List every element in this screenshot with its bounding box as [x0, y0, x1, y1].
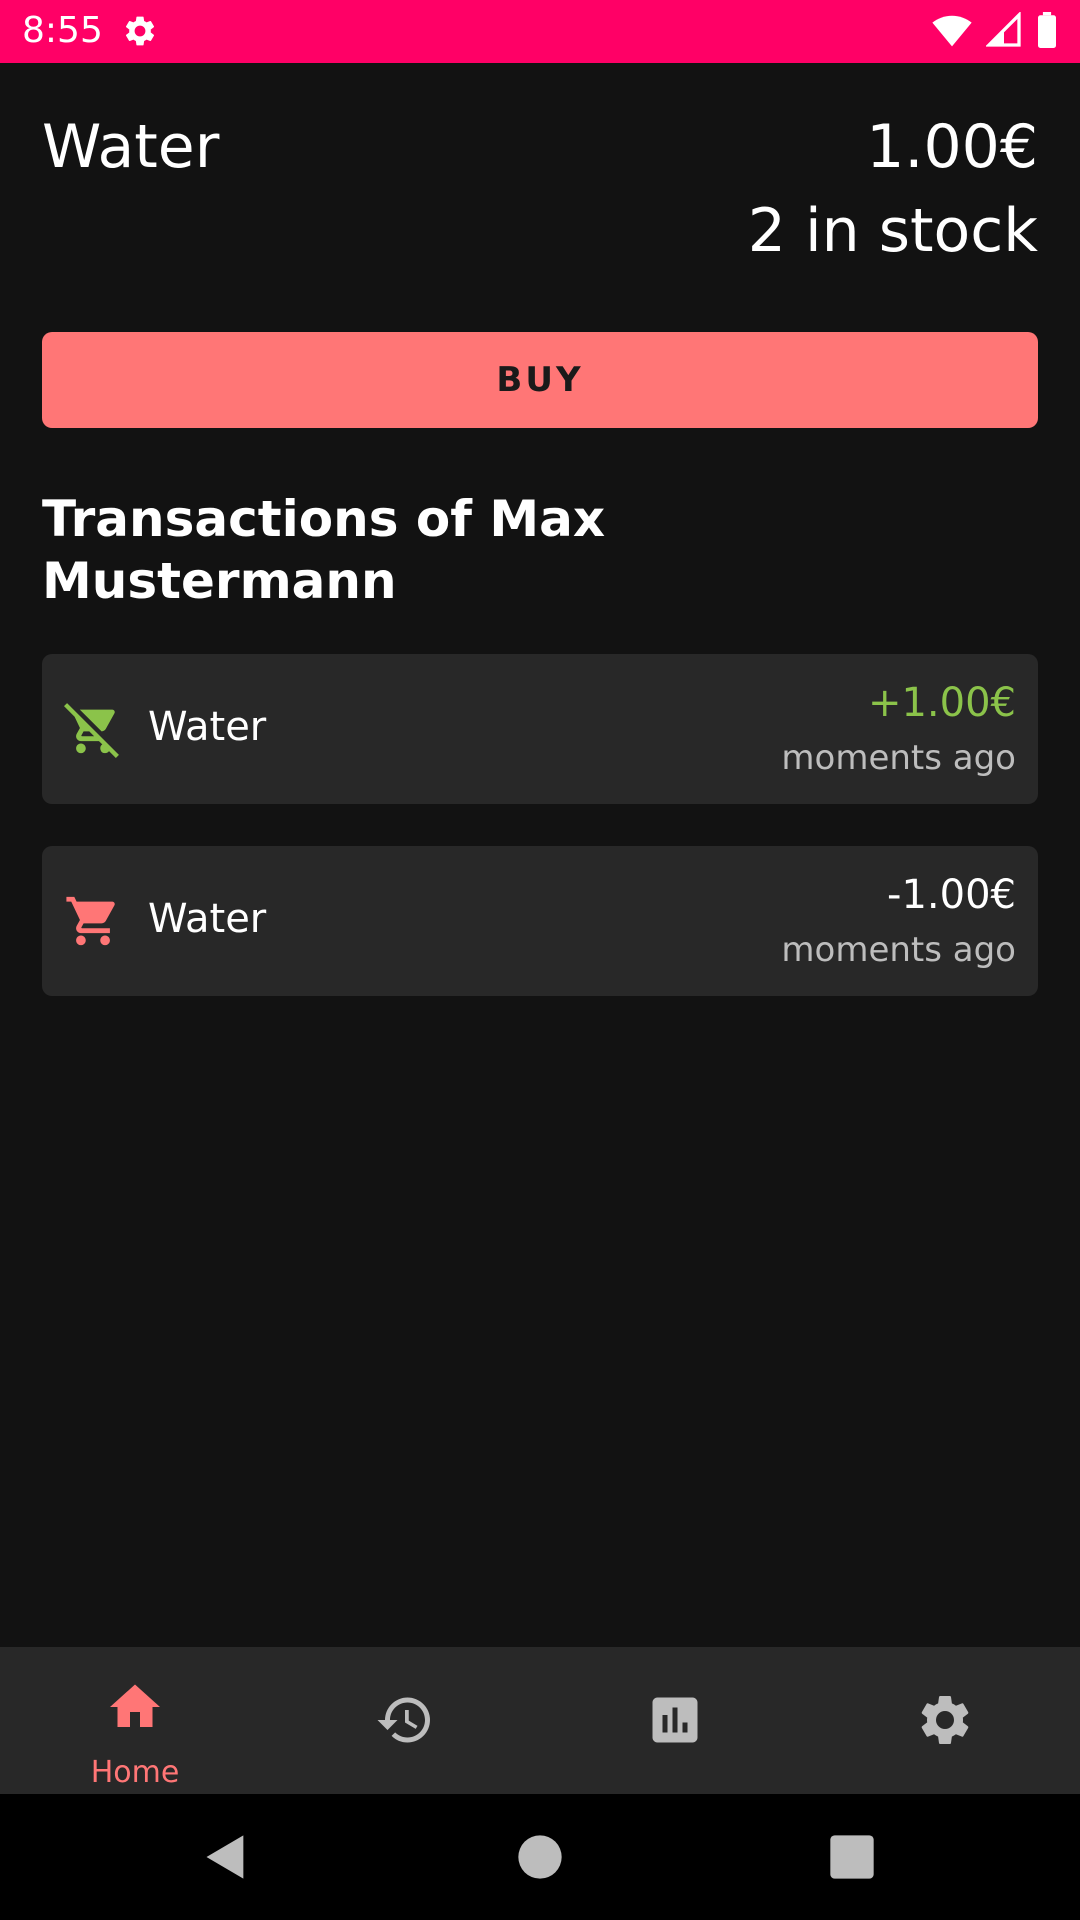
- transactions-title: Transactions of Max Mustermann: [42, 490, 606, 610]
- history-icon: [377, 1697, 430, 1743]
- nav-label-home: Home: [90, 1755, 180, 1790]
- nav-item-history[interactable]: [270, 1647, 540, 1794]
- product-stock: 2 in stock: [747, 196, 1038, 266]
- transaction-item[interactable]: Water -1.00€ moments ago: [42, 846, 1038, 996]
- product-price: 1.00€: [866, 112, 1038, 182]
- gear-icon: [125, 16, 155, 46]
- product-name: Water: [42, 112, 220, 182]
- home-icon: [110, 1684, 160, 1727]
- back-icon[interactable]: [200, 1831, 252, 1883]
- transaction-item[interactable]: Water +1.00€ moments ago: [42, 654, 1038, 804]
- nav-item-statistics[interactable]: [540, 1647, 810, 1794]
- battery-icon: [1038, 12, 1056, 48]
- system-navigation-bar: [0, 1794, 1080, 1920]
- recents-icon[interactable]: [826, 1831, 878, 1883]
- transaction-name: Water: [148, 704, 267, 750]
- signal-icon: [986, 12, 1021, 47]
- home-circle-icon[interactable]: [514, 1831, 566, 1883]
- transaction-name: Water: [148, 896, 267, 942]
- bar-chart-icon: [652, 1697, 698, 1743]
- transaction-time: moments ago: [781, 930, 1016, 970]
- status-icons: [932, 12, 1058, 48]
- buy-button[interactable]: BUY: [42, 332, 1038, 428]
- transaction-amount: +1.00€: [867, 680, 1016, 726]
- status-time: 8:55: [22, 10, 103, 51]
- status-bar: 8:55: [0, 0, 1080, 63]
- nav-item-home[interactable]: Home: [0, 1647, 270, 1794]
- bottom-navigation: Home: [0, 1647, 1080, 1794]
- settings-icon: [921, 1695, 969, 1744]
- shopping-cart-icon: [66, 896, 115, 946]
- wifi-icon: [932, 15, 972, 47]
- nav-item-settings[interactable]: [810, 1647, 1080, 1794]
- transaction-time: moments ago: [781, 738, 1016, 778]
- transaction-amount: -1.00€: [887, 872, 1016, 918]
- remove-shopping-cart-icon: [64, 703, 119, 758]
